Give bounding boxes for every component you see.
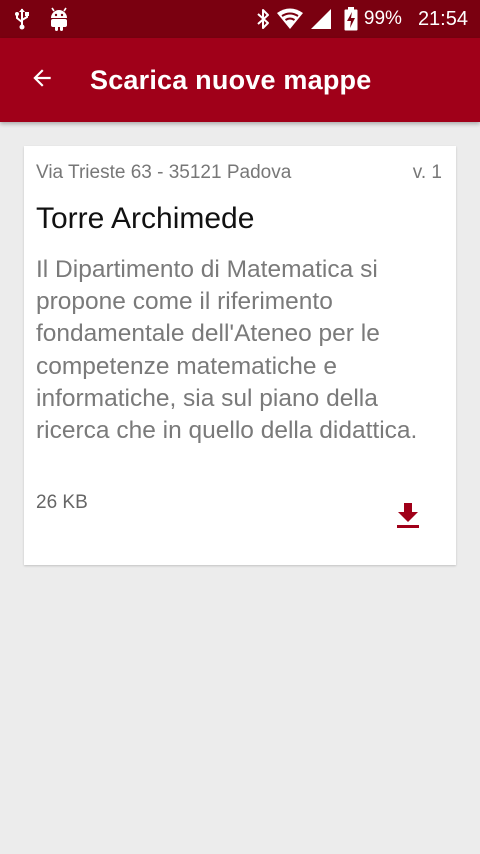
map-title: Torre Archimede: [36, 202, 255, 235]
map-description: Il Dipartimento di Matematica si propone…: [36, 256, 418, 445]
usb-icon: [14, 8, 30, 30]
map-version: v. 1: [412, 162, 442, 183]
map-size: 26 KB: [36, 492, 88, 513]
download-button[interactable]: [390, 500, 426, 536]
arrow-back-icon: [29, 65, 55, 96]
map-address: Via Trieste 63 - 35121 Padova: [36, 162, 292, 183]
map-card[interactable]: Via Trieste 63 - 35121 Padova v. 1 Torre…: [24, 146, 456, 565]
back-button[interactable]: [14, 52, 70, 108]
android-icon: [48, 7, 70, 31]
status-time: 21:54: [417, 7, 468, 30]
bluetooth-icon: [256, 8, 270, 30]
wifi-icon: [276, 8, 304, 30]
battery-percent: 99%: [363, 8, 402, 29]
status-bar-system: 99% 21:54: [256, 7, 468, 31]
battery-charging-icon: [344, 7, 358, 31]
status-bar: 99% 21:54: [0, 0, 480, 38]
page-title: Scarica nuove mappe: [90, 64, 372, 95]
cell-signal-icon: [310, 8, 332, 30]
status-bar-notifications: [14, 7, 70, 31]
app-bar: Scarica nuove mappe: [0, 38, 480, 122]
download-icon: [396, 502, 420, 535]
